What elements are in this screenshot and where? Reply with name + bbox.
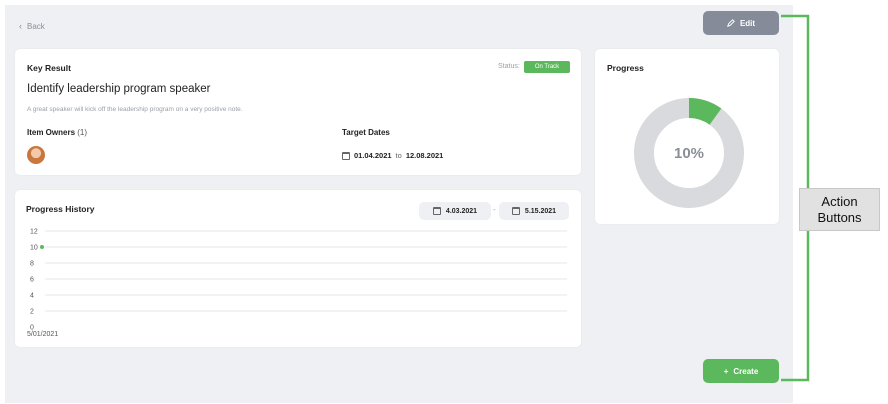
owner-avatar[interactable] (27, 146, 45, 164)
target-dates-value: 01.04.2021 to 12.08.2021 (342, 151, 443, 160)
x-tick-label: 5/01/2021 (27, 331, 58, 338)
progress-history-chart: 1210864205/01/2021 (27, 229, 567, 338)
back-link[interactable]: ‹ Back (19, 21, 45, 31)
item-owners-heading: Item Owners (1) (27, 128, 87, 137)
progress-card: Progress 10% (595, 49, 779, 224)
annotation-line-2: Buttons (817, 209, 862, 225)
y-tick-label: 10 (30, 245, 38, 252)
y-tick-label: 4 (30, 293, 34, 300)
y-tick-label: 8 (30, 261, 34, 268)
edit-label: Edit (739, 18, 756, 28)
create-label: Create (733, 366, 759, 376)
back-label: Back (27, 21, 45, 31)
data-point (40, 245, 44, 249)
y-tick-label: 6 (30, 277, 34, 284)
y-tick-label: 12 (30, 229, 38, 236)
plus-icon: + (723, 366, 729, 376)
progress-history-card: Progress History 4.03.2021 - 5.15.2021 1… (15, 190, 581, 347)
key-result-heading: Key Result (27, 63, 71, 73)
pencil-icon (726, 19, 735, 27)
chevron-left-icon: ‹ (19, 21, 22, 31)
target-dates-heading: Target Dates (342, 128, 390, 137)
target-start-date: 01.04.2021 (354, 151, 392, 160)
create-button[interactable]: + Create (703, 359, 779, 383)
target-end-date: 12.08.2021 (405, 151, 444, 160)
app-window: ‹ Back Edit Key Result Status: On Track … (5, 5, 793, 403)
annotation-line-1: Action (821, 193, 858, 209)
target-dates-to: to (395, 151, 402, 160)
key-result-description: A great speaker will kick off the leader… (27, 106, 243, 113)
edit-button[interactable]: Edit (703, 11, 779, 35)
key-result-title: Identify leadership program speaker (27, 83, 211, 95)
status-label: Status: (498, 63, 520, 70)
status-badge: On Track (524, 61, 570, 73)
key-result-card: Key Result Status: On Track Identify lea… (15, 49, 581, 175)
item-owners-count: (1) (77, 128, 88, 137)
item-owners-label: Item Owners (27, 128, 76, 137)
calendar-icon (342, 151, 350, 160)
action-buttons-annotation: Action Buttons (799, 188, 880, 231)
progress-heading: Progress (607, 63, 644, 73)
progress-percent: 10% (673, 144, 705, 162)
y-tick-label: 2 (30, 309, 34, 316)
